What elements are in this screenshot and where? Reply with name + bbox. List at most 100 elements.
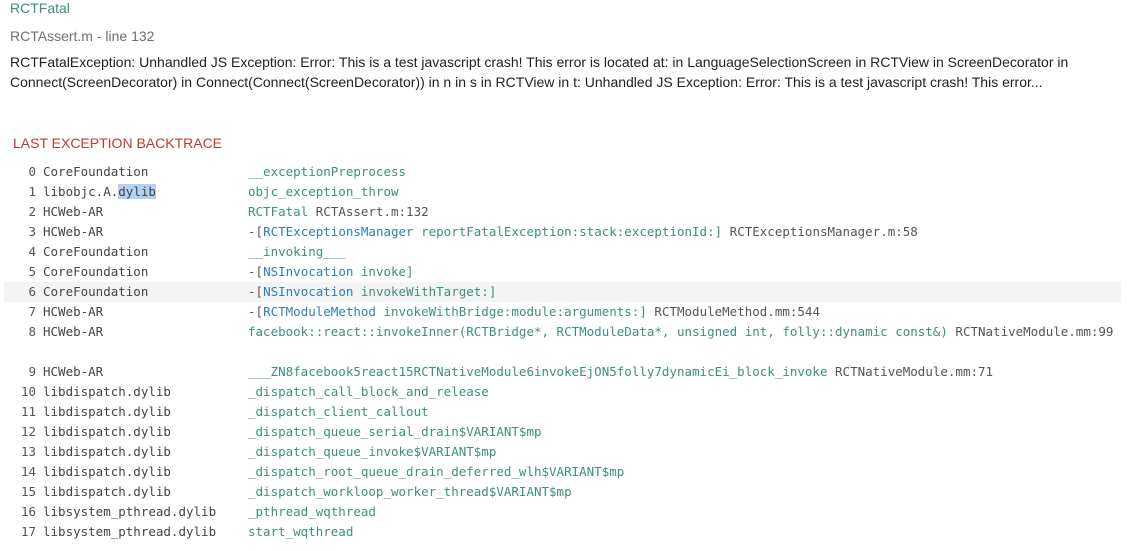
frame-index: 3 <box>28 224 36 239</box>
frame-index: 4 <box>28 244 36 259</box>
frame-index: 0 <box>28 164 36 179</box>
frame-symbol: RCTFatal RCTAssert.m:132 <box>248 202 1121 222</box>
frame-symbol: __invoking___ <box>248 242 1121 262</box>
frame-symbol: _dispatch_root_queue_drain_deferred_wlh$… <box>248 462 1121 482</box>
backtrace-frame[interactable]: 2 HCWeb-AR RCTFatal RCTAssert.m:132 <box>4 202 1121 222</box>
frame-library: libdispatch.dylib <box>43 484 171 499</box>
frame-library: HCWeb-AR <box>43 224 104 239</box>
frame-method-name: reportFatalException:stack:exceptionId:] <box>413 224 723 239</box>
frame-index: 14 <box>20 464 36 479</box>
frame-source-location: RCTExceptionsManager.m:58 <box>729 224 918 239</box>
backtrace-frame[interactable]: 15 libdispatch.dylib _dispatch_workloop_… <box>4 482 1121 502</box>
frame-library: libdispatch.dylib <box>43 384 171 399</box>
frame-index: 10 <box>20 384 36 399</box>
frame-library: libsystem_pthread.dylib <box>43 504 217 519</box>
frame-index: 12 <box>20 424 36 439</box>
frame-symbol-name: __invoking___ <box>248 244 346 259</box>
frame-library: CoreFoundation <box>43 264 149 279</box>
frame-index: 9 <box>28 364 36 379</box>
frame-symbol-name: objc_exception_throw <box>248 184 399 199</box>
frame-library: libdispatch.dylib <box>43 444 171 459</box>
frame-library: HCWeb-AR <box>43 324 104 339</box>
frame-symbol-name: start_wqthread <box>248 524 354 539</box>
backtrace-frame[interactable]: 7 HCWeb-AR -[RCTModuleMethod invokeWithB… <box>4 302 1121 322</box>
frame-class-name: RCTModuleMethod <box>263 304 376 319</box>
frame-library: HCWeb-AR <box>43 304 104 319</box>
backtrace-list: 0 CoreFoundation __exceptionPreprocess 1… <box>4 162 1121 542</box>
frame-symbol-name: RCTFatal <box>248 204 309 219</box>
frame-method-name: invokeWithBridge:module:arguments:] <box>375 304 647 319</box>
frame-symbol-name: _pthread_wqthread <box>248 504 376 519</box>
selected-text: dylib <box>118 184 156 199</box>
frame-index: 11 <box>20 404 36 419</box>
frame-method-name: invoke] <box>353 264 414 279</box>
frame-library: CoreFoundation <box>43 284 149 299</box>
frame-index: 15 <box>20 484 36 499</box>
frame-symbol: _dispatch_call_block_and_release <box>248 382 1121 402</box>
backtrace-frame[interactable]: 1 libobjc.A.dylib objc_exception_throw <box>4 182 1121 202</box>
frame-symbol-name: ___ZN8facebook5react15RCTNativeModule6in… <box>248 364 828 379</box>
frame-symbol: _dispatch_client_callout <box>248 402 1121 422</box>
backtrace-frame[interactable]: 0 CoreFoundation __exceptionPreprocess <box>4 162 1121 182</box>
frame-symbol: objc_exception_throw <box>248 182 1121 202</box>
frame-symbol-name: _dispatch_queue_serial_drain$VARIANT$mp <box>248 424 542 439</box>
backtrace-frame[interactable]: 8 HCWeb-AR facebook::react::invokeInner(… <box>4 322 1121 362</box>
frame-library: HCWeb-AR <box>43 364 104 379</box>
frame-symbol-name: __exceptionPreprocess <box>248 164 407 179</box>
backtrace-frame[interactable]: 14 libdispatch.dylib _dispatch_root_queu… <box>4 462 1121 482</box>
backtrace-frame[interactable]: 13 libdispatch.dylib _dispatch_queue_inv… <box>4 442 1121 462</box>
frame-symbol-prefix: -[ <box>248 284 264 299</box>
backtrace-frame[interactable]: 9 HCWeb-AR ___ZN8facebook5react15RCTNati… <box>4 362 1121 382</box>
frame-symbol: _dispatch_workloop_worker_thread$VARIANT… <box>248 482 1121 502</box>
frame-library: CoreFoundation <box>43 244 149 259</box>
frame-library: HCWeb-AR <box>43 204 104 219</box>
backtrace-frame[interactable]: 3 HCWeb-AR -[RCTExceptionsManager report… <box>4 222 1121 242</box>
frame-class-name: NSInvocation <box>263 264 354 279</box>
frame-symbol-name: facebook::react::invokeInner(RCTBridge*,… <box>248 324 948 339</box>
crash-message: RCTFatalException: Unhandled JS Exceptio… <box>10 54 1069 90</box>
crash-title: RCTFatal <box>10 0 70 16</box>
frame-symbol: facebook::react::invokeInner(RCTBridge*,… <box>248 322 1121 342</box>
frame-symbol: __exceptionPreprocess <box>248 162 1121 182</box>
frame-symbol: _dispatch_queue_serial_drain$VARIANT$mp <box>248 422 1121 442</box>
frame-source-location: RCTModuleMethod.mm:544 <box>654 304 820 319</box>
backtrace-frame[interactable]: 12 libdispatch.dylib _dispatch_queue_ser… <box>4 422 1121 442</box>
frame-symbol-name: _dispatch_workloop_worker_thread$VARIANT… <box>248 484 572 499</box>
frame-index: 16 <box>20 504 36 519</box>
frame-symbol: -[NSInvocation invoke] <box>248 262 1121 282</box>
frame-library: libdispatch.dylib <box>43 404 171 419</box>
frame-symbol-prefix: -[ <box>248 304 264 319</box>
backtrace-heading: LAST EXCEPTION BACKTRACE <box>13 135 223 151</box>
frame-index: 8 <box>28 324 36 339</box>
frame-symbol: -[RCTExceptionsManager reportFatalExcept… <box>248 222 1121 242</box>
frame-symbol-name: _dispatch_queue_invoke$VARIANT$mp <box>248 444 497 459</box>
crash-location: RCTAssert.m - line 132 <box>10 28 155 44</box>
frame-method-name: invokeWithTarget:] <box>353 284 497 299</box>
backtrace-frame[interactable]: 10 libdispatch.dylib _dispatch_call_bloc… <box>4 382 1121 402</box>
frame-symbol-prefix: -[ <box>248 264 264 279</box>
frame-symbol-name: _dispatch_client_callout <box>248 404 429 419</box>
backtrace-frame-hovered[interactable]: 6 CoreFoundation -[NSInvocation invokeWi… <box>4 282 1121 302</box>
frame-library: CoreFoundation <box>43 164 149 179</box>
frame-class-name: RCTExceptionsManager <box>263 224 414 239</box>
frame-index: 6 <box>28 284 36 299</box>
backtrace-frame[interactable]: 16 libsystem_pthread.dylib _pthread_wqth… <box>4 502 1121 522</box>
frame-library: libdispatch.dylib <box>43 424 171 439</box>
frame-index: 7 <box>28 304 36 319</box>
frame-symbol-name: _dispatch_call_block_and_release <box>248 384 489 399</box>
frame-symbol: -[RCTModuleMethod invokeWithBridge:modul… <box>248 302 1121 322</box>
frame-library-prefix: libobjc.A. <box>43 184 119 199</box>
backtrace-frame[interactable]: 11 libdispatch.dylib _dispatch_client_ca… <box>4 402 1121 422</box>
backtrace-frame[interactable]: 5 CoreFoundation -[NSInvocation invoke] <box>4 262 1121 282</box>
frame-symbol: _pthread_wqthread <box>248 502 1121 522</box>
frame-symbol: _dispatch_queue_invoke$VARIANT$mp <box>248 442 1121 462</box>
frame-library: libsystem_pthread.dylib <box>43 524 217 539</box>
frame-index: 13 <box>20 444 36 459</box>
frame-source-location: RCTNativeModule.mm:71 <box>835 364 994 379</box>
frame-index: 2 <box>28 204 36 219</box>
frame-index: 5 <box>28 264 36 279</box>
frame-class-name: NSInvocation <box>263 284 354 299</box>
backtrace-frame[interactable]: 17 libsystem_pthread.dylib start_wqthrea… <box>4 522 1121 542</box>
frame-source-location: RCTAssert.m:132 <box>315 204 429 219</box>
backtrace-frame[interactable]: 4 CoreFoundation __invoking___ <box>4 242 1121 262</box>
